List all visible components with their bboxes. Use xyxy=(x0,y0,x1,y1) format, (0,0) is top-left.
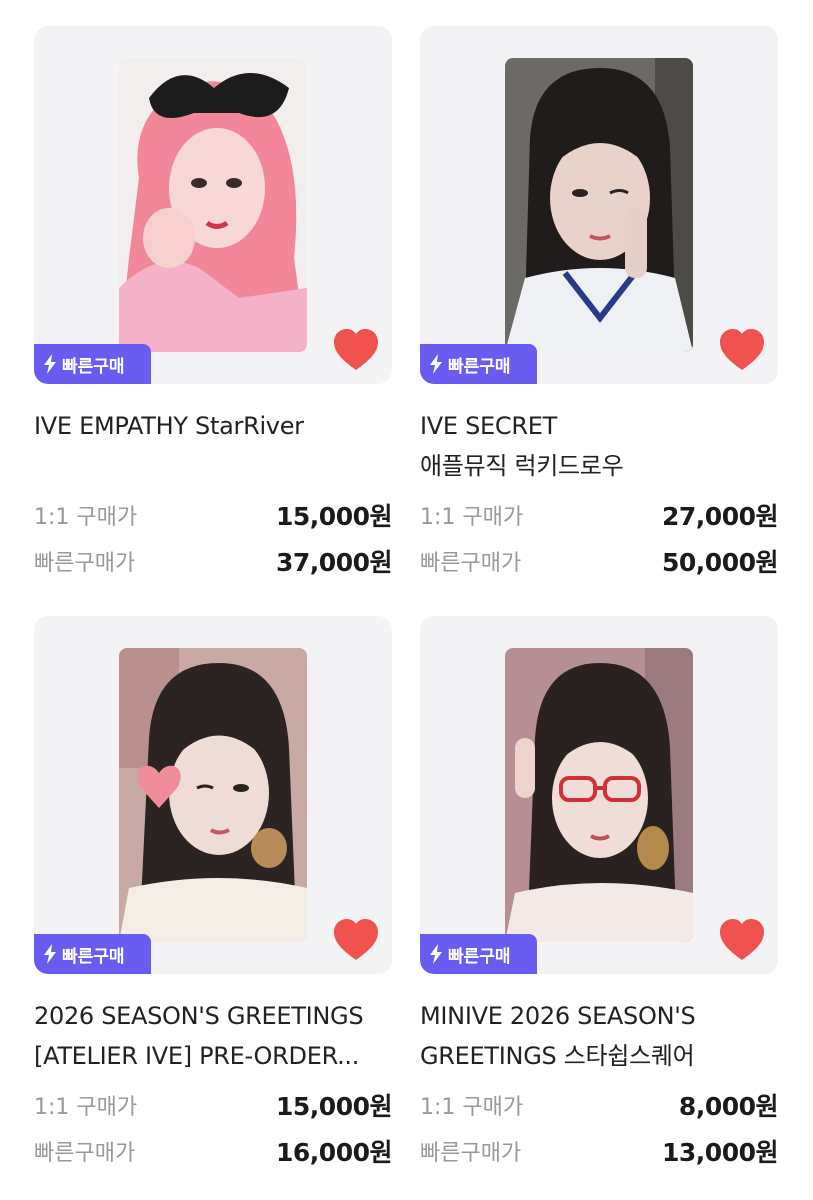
product-card[interactable]: 빠른구매 IVE EMPATHY StarRiver 1:1 구매가 15,00… xyxy=(34,26,392,584)
one-on-one-price-label: 1:1 구매가 xyxy=(420,505,524,530)
one-on-one-price-label: 1:1 구매가 xyxy=(34,505,138,530)
one-on-one-price-row: 1:1 구매가 15,000원 xyxy=(34,1082,392,1128)
quick-buy-badge: 빠른구매 xyxy=(420,344,537,384)
quick-buy-price-row: 빠른구매가 16,000원 xyxy=(34,1128,392,1174)
quick-buy-price-row: 빠른구매가 50,000원 xyxy=(420,538,778,584)
one-on-one-price-value: 27,000원 xyxy=(662,502,778,531)
quick-buy-badge: 빠른구매 xyxy=(420,934,537,974)
one-on-one-price-row: 1:1 구매가 8,000원 xyxy=(420,1082,779,1128)
product-image-frame[interactable]: 빠른구매 xyxy=(420,26,778,384)
product-title-line2: [ATELIER IVE] PRE-ORDER... xyxy=(34,1042,360,1070)
product-image-frame[interactable]: 빠른구매 xyxy=(34,616,392,974)
lightning-icon xyxy=(44,354,56,374)
product-title-line2: GREETINGS 스타쉽스퀘어 xyxy=(420,1042,695,1070)
quick-buy-price-label: 빠른구매가 xyxy=(34,1141,136,1166)
photocard-image xyxy=(119,648,307,942)
one-on-one-price-label: 1:1 구매가 xyxy=(34,1095,138,1120)
product-card[interactable]: 빠른구매 IVE SECRET 애플뮤직 럭키드로우 1:1 구매가 27,00… xyxy=(420,26,778,584)
quick-buy-label: 빠른구매 xyxy=(62,356,125,377)
quick-buy-price-value: 37,000원 xyxy=(276,548,392,577)
lightning-icon xyxy=(430,354,442,374)
product-title[interactable]: IVE EMPATHY StarRiver xyxy=(34,406,392,492)
heart-icon[interactable] xyxy=(332,918,380,962)
quick-buy-price-row: 빠른구매가 37,000원 xyxy=(34,538,392,584)
product-title[interactable]: 2026 SEASON'S GREETINGS [ATELIER IVE] PR… xyxy=(34,996,392,1082)
quick-buy-price-value: 50,000원 xyxy=(662,548,778,577)
quick-buy-price-value: 16,000원 xyxy=(276,1138,392,1167)
product-card[interactable]: 빠른구매 2026 SEASON'S GREETINGS [ATELIER IV… xyxy=(34,616,392,1174)
product-title-line1: MINIVE 2026 SEASON'S xyxy=(420,1002,696,1030)
product-title[interactable]: IVE SECRET 애플뮤직 럭키드로우 xyxy=(420,406,778,492)
quick-buy-price-label: 빠른구매가 xyxy=(34,551,136,576)
product-image-frame[interactable]: 빠른구매 xyxy=(34,26,392,384)
product-title-line1: IVE SECRET xyxy=(420,412,557,440)
product-title-line1: IVE EMPATHY StarRiver xyxy=(34,412,304,440)
quick-buy-label: 빠른구매 xyxy=(62,946,125,967)
product-image-frame[interactable]: 빠른구매 xyxy=(420,616,778,974)
quick-buy-label: 빠른구매 xyxy=(448,356,511,377)
quick-buy-badge: 빠른구매 xyxy=(34,934,151,974)
one-on-one-price-row: 1:1 구매가 15,000원 xyxy=(34,492,392,538)
lightning-icon xyxy=(430,944,442,964)
product-card[interactable]: 빠른구매 MINIVE 2026 SEASON'S GREETINGS 스타쉽스… xyxy=(420,616,779,1174)
quick-buy-price-row: 빠른구매가 13,000원 xyxy=(420,1128,778,1174)
photocard-image xyxy=(119,58,307,352)
one-on-one-price-value: 8,000원 xyxy=(678,1092,779,1121)
product-title-line2: 애플뮤직 럭키드로우 xyxy=(420,452,624,480)
product-title[interactable]: MINIVE 2026 SEASON'S GREETINGS 스타쉽스퀘어 xyxy=(420,996,778,1082)
one-on-one-price-value: 15,000원 xyxy=(276,502,392,531)
one-on-one-price-value: 15,000원 xyxy=(276,1092,392,1121)
quick-buy-label: 빠른구매 xyxy=(448,946,511,967)
one-on-one-price-row: 1:1 구매가 27,000원 xyxy=(420,492,778,538)
lightning-icon xyxy=(44,944,56,964)
heart-icon[interactable] xyxy=(332,328,380,372)
heart-icon[interactable] xyxy=(718,328,766,372)
product-title-line1: 2026 SEASON'S GREETINGS xyxy=(34,1002,364,1030)
one-on-one-price-label: 1:1 구매가 xyxy=(420,1095,524,1120)
quick-buy-price-label: 빠른구매가 xyxy=(420,551,522,576)
quick-buy-price-value: 13,000원 xyxy=(662,1138,778,1167)
photocard-image xyxy=(505,58,693,352)
photocard-image xyxy=(505,648,693,942)
quick-buy-badge: 빠른구매 xyxy=(34,344,151,384)
heart-icon[interactable] xyxy=(718,918,766,962)
quick-buy-price-label: 빠른구매가 xyxy=(420,1141,522,1166)
